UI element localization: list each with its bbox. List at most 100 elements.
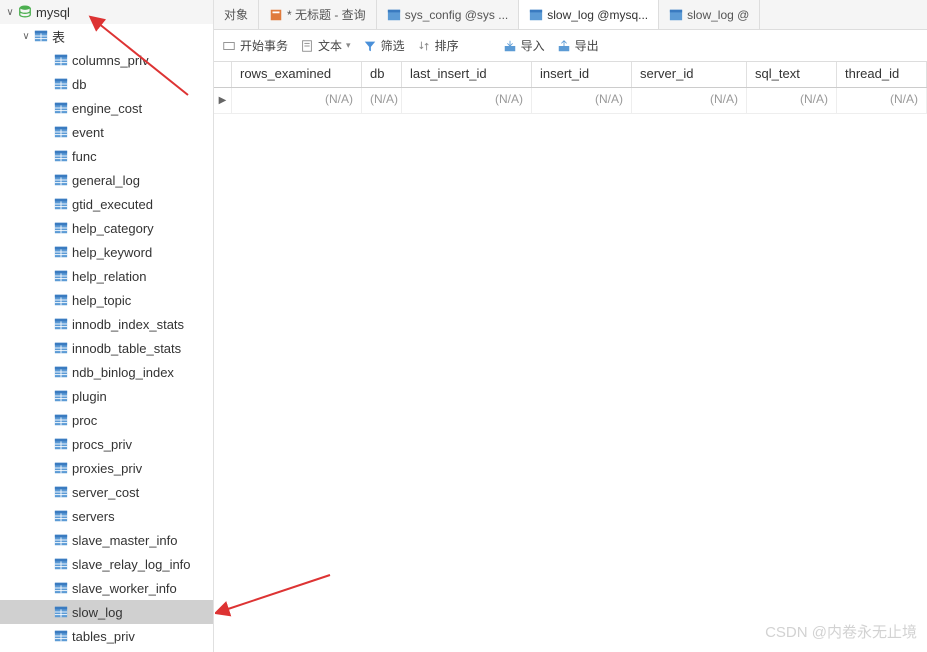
table-label: help_category: [72, 221, 154, 236]
table-label: slave_worker_info: [72, 581, 177, 596]
table-icon: [54, 221, 68, 235]
table-node-procs_priv[interactable]: procs_priv: [0, 432, 213, 456]
table-icon: [54, 197, 68, 211]
tables-node[interactable]: ∨ 表: [0, 24, 213, 48]
sort-button[interactable]: 排序: [417, 37, 459, 54]
table-node-slave_master_info[interactable]: slave_master_info: [0, 528, 213, 552]
table-label: engine_cost: [72, 101, 142, 116]
table-node-help_relation[interactable]: help_relation: [0, 264, 213, 288]
table-node-help_topic[interactable]: help_topic: [0, 288, 213, 312]
document-icon: [300, 39, 314, 53]
tab[interactable]: sys_config @sys ...: [377, 0, 520, 29]
table-label: proxies_priv: [72, 461, 142, 476]
table-icon: [54, 413, 68, 427]
tab-label: sys_config @sys ...: [405, 8, 509, 22]
table-label: servers: [72, 509, 115, 524]
table-label: gtid_executed: [72, 197, 153, 212]
tab-bar: 对象* 无标题 - 查询 sys_config @sys ... slow_log …: [214, 0, 927, 30]
table-node-help_keyword[interactable]: help_keyword: [0, 240, 213, 264]
table-icon: [529, 8, 543, 22]
table-label: db: [72, 77, 86, 92]
table-node-event[interactable]: event: [0, 120, 213, 144]
column-header[interactable]: server_id: [632, 62, 747, 87]
table-icon: [54, 341, 68, 355]
table-node-ndb_binlog_index[interactable]: ndb_binlog_index: [0, 360, 213, 384]
table-node-help_category[interactable]: help_category: [0, 216, 213, 240]
row-marker-header: [214, 62, 232, 87]
table-icon: [54, 605, 68, 619]
table-node-func[interactable]: func: [0, 144, 213, 168]
table-node-plugin[interactable]: plugin: [0, 384, 213, 408]
column-header[interactable]: rows_examined: [232, 62, 362, 87]
table-node-server_cost[interactable]: server_cost: [0, 480, 213, 504]
table-icon: [54, 149, 68, 163]
import-button[interactable]: 导入: [503, 37, 545, 54]
export-icon: [557, 39, 571, 53]
table-icon: [54, 485, 68, 499]
column-header[interactable]: sql_text: [747, 62, 837, 87]
cell[interactable]: (N/A): [232, 88, 362, 113]
cell[interactable]: (N/A): [747, 88, 837, 113]
table-node-gtid_executed[interactable]: gtid_executed: [0, 192, 213, 216]
table-icon: [54, 629, 68, 643]
table-icon: [54, 293, 68, 307]
db-label: mysql: [36, 5, 70, 20]
table-icon: [54, 317, 68, 331]
column-header[interactable]: db: [362, 62, 402, 87]
table-label: slave_relay_log_info: [72, 557, 191, 572]
table-label: general_log: [72, 173, 140, 188]
table-label: ndb_binlog_index: [72, 365, 174, 380]
table-node-slave_worker_info[interactable]: slave_worker_info: [0, 576, 213, 600]
cell[interactable]: (N/A): [402, 88, 532, 113]
table-icon: [54, 269, 68, 283]
cell[interactable]: (N/A): [837, 88, 927, 113]
tables-label: 表: [52, 27, 65, 46]
tab[interactable]: * 无标题 - 查询: [259, 0, 377, 29]
tab[interactable]: slow_log @mysq...: [519, 0, 659, 29]
table-label: innodb_index_stats: [72, 317, 184, 332]
table-node-innodb_table_stats[interactable]: innodb_table_stats: [0, 336, 213, 360]
db-node-mysql[interactable]: ∨ mysql: [0, 0, 213, 24]
table-node-slave_relay_log_info[interactable]: slave_relay_log_info: [0, 552, 213, 576]
table-node-proc[interactable]: proc: [0, 408, 213, 432]
cell[interactable]: (N/A): [362, 88, 402, 113]
table-label: slave_master_info: [72, 533, 178, 548]
sidebar[interactable]: ∨ mysql ∨ 表 columns_privdb engine_costeve…: [0, 0, 213, 652]
tab[interactable]: slow_log @: [659, 0, 760, 29]
tab[interactable]: 对象: [214, 0, 259, 29]
table-icon: [54, 101, 68, 115]
table-label: help_keyword: [72, 245, 152, 260]
filter-button[interactable]: 筛选: [363, 37, 405, 54]
table-icon: [54, 77, 68, 91]
table-node-db[interactable]: db: [0, 72, 213, 96]
table-icon: [34, 29, 48, 43]
table-node-slow_log[interactable]: slow_log: [0, 600, 213, 624]
table-label: help_topic: [72, 293, 131, 308]
table-label: help_relation: [72, 269, 146, 284]
cell[interactable]: (N/A): [632, 88, 747, 113]
import-icon: [503, 39, 517, 53]
column-header[interactable]: thread_id: [837, 62, 927, 87]
expander-icon[interactable]: ∨: [20, 30, 32, 42]
column-header[interactable]: last_insert_id: [402, 62, 532, 87]
export-button[interactable]: 导出: [557, 37, 599, 54]
table-node-general_log[interactable]: general_log: [0, 168, 213, 192]
text-view-button[interactable]: 文本▾: [300, 37, 351, 54]
grid-header: rows_examineddblast_insert_idinsert_idse…: [214, 62, 927, 88]
column-header[interactable]: insert_id: [532, 62, 632, 87]
cell[interactable]: (N/A): [532, 88, 632, 113]
table-node-columns_priv[interactable]: columns_priv: [0, 48, 213, 72]
start-transaction-button[interactable]: 开始事务: [222, 37, 288, 54]
expander-icon[interactable]: ∨: [4, 6, 16, 18]
table-node-servers[interactable]: servers: [0, 504, 213, 528]
table-node-tables_priv[interactable]: tables_priv: [0, 624, 213, 648]
grid-row: ▶(N/A)(N/A)(N/A)(N/A)(N/A)(N/A)(N/A): [214, 88, 927, 114]
table-label: plugin: [72, 389, 107, 404]
table-icon: [54, 557, 68, 571]
table-node-proxies_priv[interactable]: proxies_priv: [0, 456, 213, 480]
table-label: slow_log: [72, 605, 123, 620]
funnel-icon: [363, 39, 377, 53]
table-node-innodb_index_stats[interactable]: innodb_index_stats: [0, 312, 213, 336]
data-grid[interactable]: rows_examineddblast_insert_idinsert_idse…: [214, 62, 927, 652]
table-node-engine_cost[interactable]: engine_cost: [0, 96, 213, 120]
